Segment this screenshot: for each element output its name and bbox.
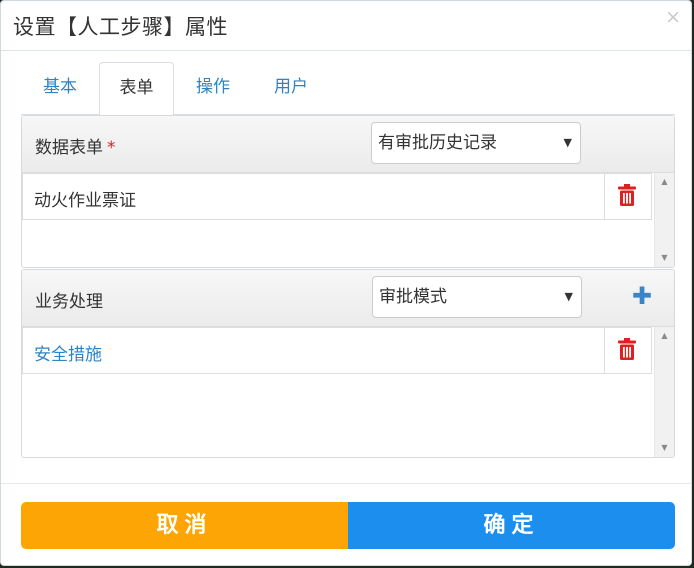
business-panel: 业务处理 审批模式 ▼ ✚ 安全措施 ▲ ▼ xyxy=(21,269,675,458)
business-select-value: 审批模式 xyxy=(379,287,447,307)
data-form-select[interactable]: 有审批历史记录 ▼ xyxy=(371,122,581,164)
chevron-down-icon: ▼ xyxy=(564,290,573,303)
confirm-button[interactable]: 确定 xyxy=(348,502,675,549)
dialog-title-bar: 设置【人工步骤】属性 × xyxy=(1,1,691,51)
scroll-down-icon[interactable]: ▼ xyxy=(655,439,674,457)
scroll-up-icon[interactable]: ▲ xyxy=(655,327,674,345)
list-item: 安全措施 xyxy=(22,327,652,374)
business-scrollbar[interactable]: ▲ ▼ xyxy=(654,327,674,457)
dialog-title: 设置【人工步骤】属性 xyxy=(13,15,228,39)
footer-divider xyxy=(1,483,691,484)
data-form-header: 数据表单 * 有审批历史记录 ▼ xyxy=(22,116,674,173)
data-form-select-value: 有审批历史记录 xyxy=(378,133,497,153)
data-form-label-text: 数据表单 xyxy=(35,138,103,158)
business-label: 业务处理 xyxy=(35,292,103,312)
trash-icon xyxy=(618,338,636,360)
scroll-down-icon[interactable]: ▼ xyxy=(655,249,674,267)
cancel-button[interactable]: 取消 xyxy=(21,502,348,549)
data-form-scrollbar[interactable]: ▲ ▼ xyxy=(654,173,674,267)
plus-icon[interactable]: ✚ xyxy=(632,283,652,309)
list-item: 动火作业票证 xyxy=(22,173,652,220)
chevron-down-icon: ▼ xyxy=(563,136,572,149)
data-form-label: 数据表单 * xyxy=(35,133,116,158)
list-item-label: 动火作业票证 xyxy=(34,191,136,211)
list-item-link[interactable]: 安全措施 xyxy=(34,340,102,365)
delete-button[interactable] xyxy=(604,328,651,373)
scroll-up-icon[interactable]: ▲ xyxy=(655,173,674,191)
trash-icon xyxy=(618,184,636,206)
required-mark: * xyxy=(107,138,116,158)
tab-form[interactable]: 表单 xyxy=(99,62,174,116)
close-icon[interactable]: × xyxy=(665,7,681,27)
delete-button[interactable] xyxy=(604,174,651,219)
tab-bar: 基本 表单 操作 用户 xyxy=(21,62,675,116)
tab-basic[interactable]: 基本 xyxy=(21,62,99,115)
business-select[interactable]: 审批模式 ▼ xyxy=(372,276,582,318)
properties-dialog: 设置【人工步骤】属性 × 基本 表单 操作 用户 数据表单 * 有审批历史记录 ▼… xyxy=(0,0,692,566)
business-header: 业务处理 审批模式 ▼ ✚ xyxy=(22,270,674,327)
tab-user[interactable]: 用户 xyxy=(252,62,330,115)
tab-operation[interactable]: 操作 xyxy=(174,62,252,115)
data-form-panel: 数据表单 * 有审批历史记录 ▼ 动火作业票证 ▲ ▼ xyxy=(21,115,675,268)
